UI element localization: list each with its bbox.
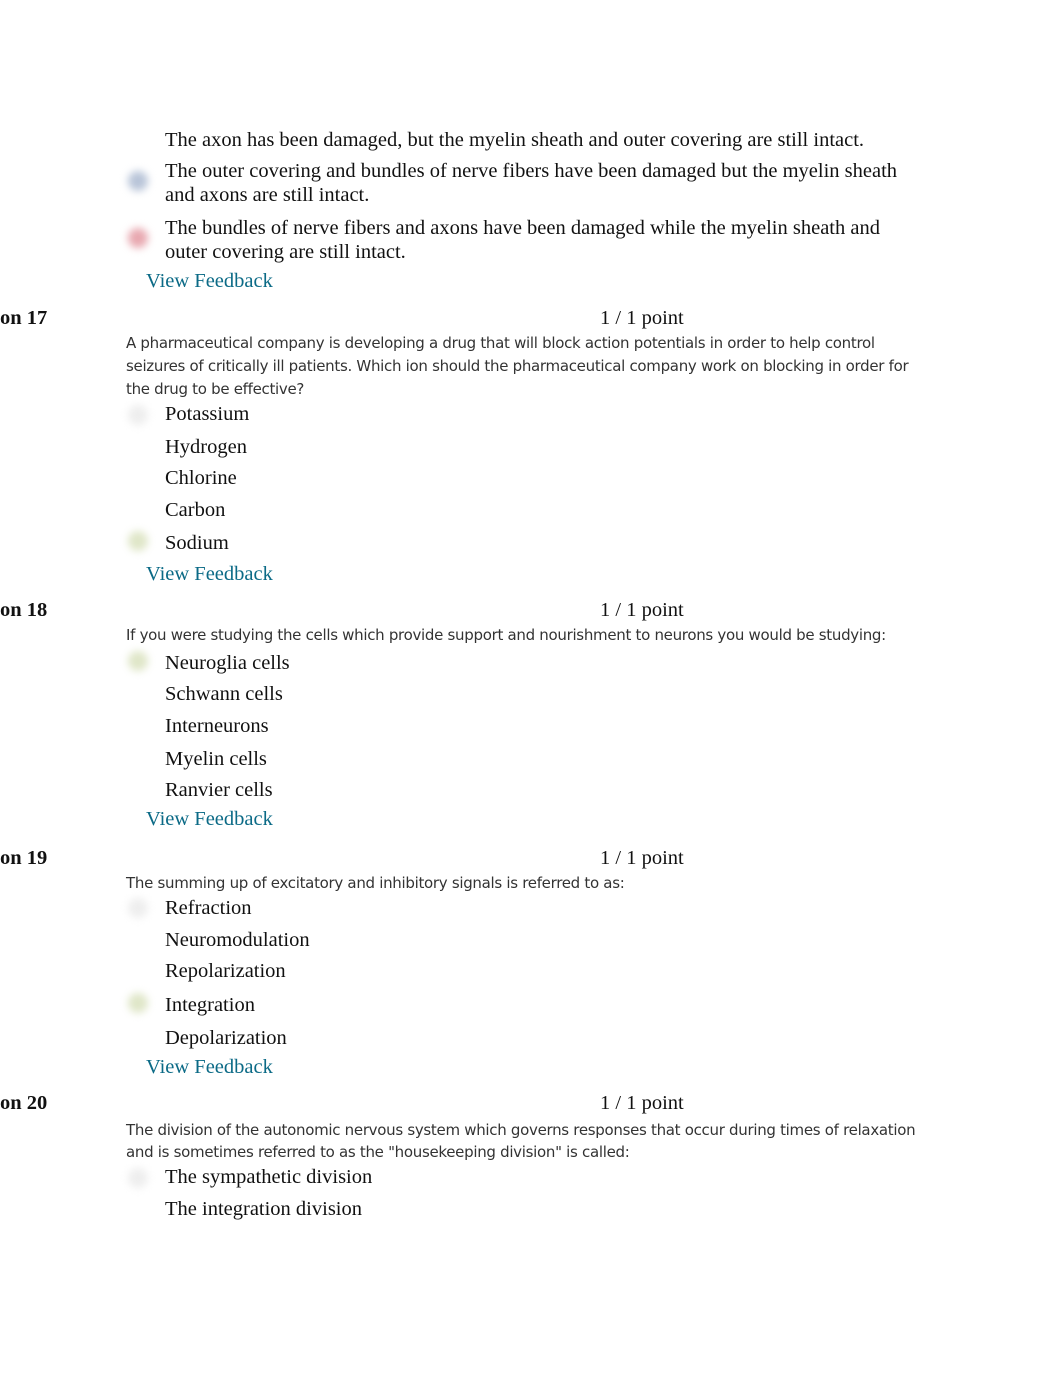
question-label: on 17 <box>0 307 48 329</box>
correct-answer-icon <box>128 531 148 551</box>
question-label: on 20 <box>0 1092 48 1114</box>
option[interactable]: Chlorine <box>165 466 237 490</box>
option[interactable]: The integration division <box>165 1197 362 1221</box>
points: 1 / 1 point <box>600 307 684 329</box>
option[interactable]: Neuroglia cells <box>165 651 290 675</box>
option[interactable]: Repolarization <box>165 959 286 983</box>
selected-answer-icon <box>128 171 148 191</box>
points: 1 / 1 point <box>600 1092 684 1114</box>
correct-answer-icon <box>128 651 148 671</box>
answer-icon <box>128 405 148 425</box>
option[interactable]: Carbon <box>165 498 225 522</box>
view-feedback-link[interactable]: View Feedback <box>146 270 273 293</box>
option[interactable]: Potassium <box>165 402 249 426</box>
option[interactable]: Refraction <box>165 896 252 920</box>
question-label: on 18 <box>0 599 48 621</box>
option[interactable]: Sodium <box>165 531 229 555</box>
option[interactable]: The sympathetic division <box>165 1165 372 1189</box>
view-feedback-link[interactable]: View Feedback <box>146 563 273 586</box>
question-label: on 19 <box>0 847 48 869</box>
option[interactable]: Myelin cells <box>165 747 267 771</box>
question-prompt: The summing up of excitatory and inhibit… <box>126 874 625 892</box>
option[interactable]: Depolarization <box>165 1026 287 1050</box>
answer-icon <box>128 898 148 918</box>
option[interactable]: Integration <box>165 993 255 1017</box>
view-feedback-link[interactable]: View Feedback <box>146 1056 273 1079</box>
question-prompt: A pharmaceutical company is developing a… <box>126 334 909 398</box>
option[interactable]: Ranvier cells <box>165 778 273 802</box>
question-prompt: If you were studying the cells which pro… <box>126 626 886 644</box>
points: 1 / 1 point <box>600 599 684 621</box>
option[interactable]: The bundles of nerve fibers and axons ha… <box>165 216 925 264</box>
option[interactable]: Schwann cells <box>165 682 283 706</box>
points: 1 / 1 point <box>600 847 684 869</box>
question-prompt: The division of the autonomic nervous sy… <box>126 1121 916 1161</box>
option[interactable]: Hydrogen <box>165 435 247 459</box>
view-feedback-link[interactable]: View Feedback <box>146 808 273 831</box>
option[interactable]: The outer covering and bundles of nerve … <box>165 159 925 207</box>
option[interactable]: Neuromodulation <box>165 928 310 952</box>
option[interactable]: The axon has been damaged, but the myeli… <box>165 128 864 152</box>
correct-answer-icon <box>128 993 148 1013</box>
option[interactable]: Interneurons <box>165 714 269 738</box>
incorrect-answer-icon <box>128 228 148 248</box>
answer-icon <box>128 1168 148 1188</box>
